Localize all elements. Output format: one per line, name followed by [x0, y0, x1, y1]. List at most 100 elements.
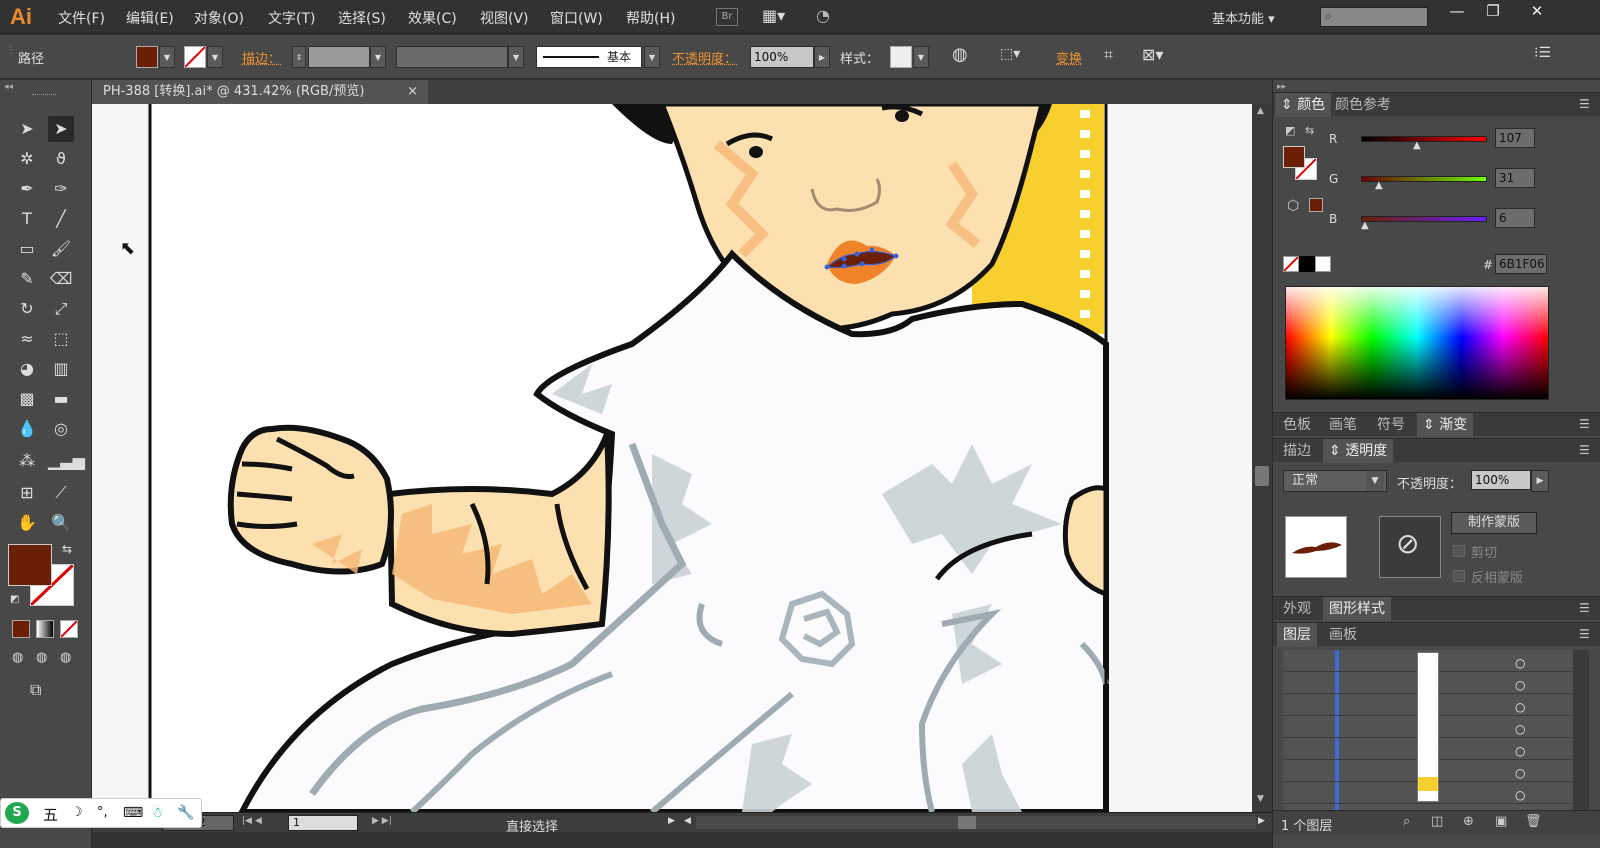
channel-b-value[interactable]: 6	[1495, 208, 1535, 228]
none-color-button[interactable]	[1283, 256, 1299, 272]
make-mask-button[interactable]: 制作蒙版	[1451, 512, 1537, 534]
tab-gradient[interactable]: ⇕ 渐变	[1417, 413, 1474, 437]
help-search-input[interactable]: ⌕	[1320, 7, 1428, 27]
tab-swatches[interactable]: 色板	[1277, 413, 1317, 437]
default-colors-icon[interactable]: ◩	[10, 594, 19, 605]
half-width-icon[interactable]: ☽	[71, 805, 83, 820]
panel-menu-icon[interactable]: ☰	[1579, 627, 1590, 641]
artboard-number-field[interactable]: 1	[288, 815, 358, 831]
transparency-opacity-field[interactable]: 100%	[1471, 470, 1531, 490]
keyboard-icon[interactable]: ⌨	[123, 805, 143, 821]
panel-menu-icon[interactable]: ☰	[1579, 601, 1590, 615]
new-sublayer-icon[interactable]: ⊕	[1463, 814, 1474, 829]
variable-width-profile[interactable]	[396, 46, 508, 68]
punctuation-icon[interactable]: °,	[97, 805, 108, 820]
channel-r-slider[interactable]	[1361, 136, 1487, 142]
gamut-color-chip[interactable]	[1309, 198, 1323, 212]
collapse-panel-icon[interactable]: ◂◂	[4, 82, 13, 92]
curvature-tool-icon[interactable]: ✑	[48, 176, 74, 202]
symbol-sprayer-tool-icon[interactable]: ⁂	[14, 448, 40, 474]
make-clipping-mask-icon[interactable]: ◫	[1431, 814, 1443, 829]
panel-menu-icon[interactable]: ☰	[1579, 417, 1590, 431]
hscroll-left-arrow[interactable]: ◀	[684, 816, 691, 826]
screen-mode-icon[interactable]: ⧉	[30, 680, 41, 700]
line-tool-icon[interactable]: ╱	[48, 206, 74, 232]
ime-mode-label[interactable]: 五	[43, 804, 58, 825]
tab-symbols[interactable]: 符号	[1371, 413, 1411, 437]
opacity-slider-arrow[interactable]: ▶	[1531, 470, 1549, 492]
menu-help[interactable]: 帮助(H)	[626, 8, 675, 28]
opacity-label[interactable]: 不透明度：	[672, 48, 737, 67]
gradient-mode-button[interactable]	[36, 620, 54, 638]
fill-color-box[interactable]	[8, 544, 52, 586]
shape-builder-tool-icon[interactable]: ◕	[14, 356, 40, 382]
menu-type[interactable]: 文字(T)	[268, 8, 315, 28]
artboard-next-arrow[interactable]: ▶ ▶|	[372, 816, 392, 826]
recolor-artwork-icon[interactable]: ◍	[952, 44, 968, 65]
channel-r-value[interactable]: 107	[1495, 128, 1535, 148]
tab-brushes[interactable]: 画笔	[1323, 413, 1363, 437]
horizontal-scrollbar[interactable]	[696, 816, 1256, 829]
close-button[interactable]: ✕	[1520, 2, 1554, 24]
bridge-button[interactable]: Br	[716, 8, 738, 26]
scale-tool-icon[interactable]: ⤢	[48, 296, 74, 322]
column-graph-tool-icon[interactable]: ▁▃▅	[48, 448, 85, 474]
restore-button[interactable]: ❐	[1476, 2, 1510, 24]
brush-definition[interactable]: 基本	[536, 46, 642, 68]
skin-icon[interactable]: ☃	[151, 805, 164, 821]
none-mode-button[interactable]	[60, 620, 78, 638]
color-panel-fill[interactable]	[1283, 146, 1305, 168]
swap-fill-stroke-icon[interactable]: ⇆	[62, 542, 72, 556]
artboard-first-arrow[interactable]: |◀ ◀	[242, 816, 262, 826]
layers-scrollbar[interactable]	[1573, 650, 1589, 810]
blend-tool-icon[interactable]: ◎	[48, 416, 74, 442]
fill-swatch[interactable]	[136, 46, 158, 68]
rotate-tool-icon[interactable]: ↻	[14, 296, 40, 322]
pen-tool-icon[interactable]: ✒	[14, 176, 40, 202]
channel-g-value[interactable]: 31	[1495, 168, 1535, 188]
target-icons[interactable]: ○ ○ ○ ○ ○ ○ ○	[1515, 652, 1525, 806]
tab-graphic-styles[interactable]: 图形样式	[1323, 597, 1391, 621]
tab-color-guide[interactable]: 颜色参考	[1329, 93, 1397, 117]
free-transform-tool-icon[interactable]: ⬚	[48, 326, 74, 352]
hand-tool-icon[interactable]: ✋	[14, 510, 40, 536]
stroke-weight-dropdown[interactable]: ▼	[370, 46, 386, 68]
rectangle-tool-icon[interactable]: ▭	[14, 236, 40, 262]
sogou-logo-icon[interactable]: S	[5, 802, 29, 824]
align-icon[interactable]: ⬚▾	[1000, 46, 1020, 62]
fill-dropdown[interactable]: ▼	[159, 46, 175, 68]
channel-r-handle[interactable]: ▲	[1413, 140, 1421, 151]
menu-object[interactable]: 对象(O)	[194, 8, 244, 28]
invert-mask-checkbox[interactable]	[1453, 570, 1465, 582]
isolate-object-icon[interactable]: ⌗	[1104, 45, 1113, 65]
menu-edit[interactable]: 编辑(E)	[126, 8, 174, 28]
layers-list[interactable]: ○ ○ ○ ○ ○ ○ ○	[1283, 650, 1583, 810]
channel-b-handle[interactable]: ▲	[1361, 220, 1369, 231]
stroke-weight-stepper[interactable]: ⇕	[292, 46, 306, 68]
type-tool-icon[interactable]: T	[14, 206, 40, 232]
stroke-weight-field[interactable]	[308, 46, 370, 68]
perspective-grid-tool-icon[interactable]: ▥	[48, 356, 74, 382]
menu-effect[interactable]: 效果(C)	[408, 8, 457, 28]
swap-colors-icon[interactable]: ⇆	[1305, 124, 1314, 137]
stroke-dropdown[interactable]: ▼	[207, 46, 223, 68]
out-of-gamut-icon[interactable]: ⬡	[1287, 198, 1299, 214]
delete-layer-icon[interactable]: 🗑	[1525, 814, 1542, 829]
scroll-down-arrow[interactable]: ▼	[1257, 794, 1264, 804]
artboard-canvas[interactable]: ⬉	[92, 104, 1252, 812]
brush-dropdown[interactable]: ▼	[644, 46, 660, 68]
paintbrush-tool-icon[interactable]: 🖌	[48, 236, 74, 262]
scroll-up-arrow[interactable]: ▲	[1257, 106, 1264, 116]
menu-select[interactable]: 选择(S)	[338, 8, 386, 28]
control-menu-icon[interactable]: ⁝☰	[1534, 45, 1551, 61]
opacity-arrow[interactable]: ▶	[814, 46, 830, 68]
hscroll-thumb[interactable]	[958, 816, 976, 829]
channel-g-handle[interactable]: ▲	[1375, 180, 1383, 191]
slice-tool-icon[interactable]: ⟋	[48, 480, 74, 506]
minimize-button[interactable]: —	[1440, 2, 1474, 24]
vertical-scrollbar[interactable]: ▲ ▼	[1252, 104, 1272, 812]
stroke-label[interactable]: 描边：	[242, 48, 281, 67]
arrange-documents-icon[interactable]: ▦▾	[762, 6, 785, 25]
artboard-tool-icon[interactable]: ⊞	[14, 480, 40, 506]
width-tool-icon[interactable]: ≈	[14, 326, 40, 352]
